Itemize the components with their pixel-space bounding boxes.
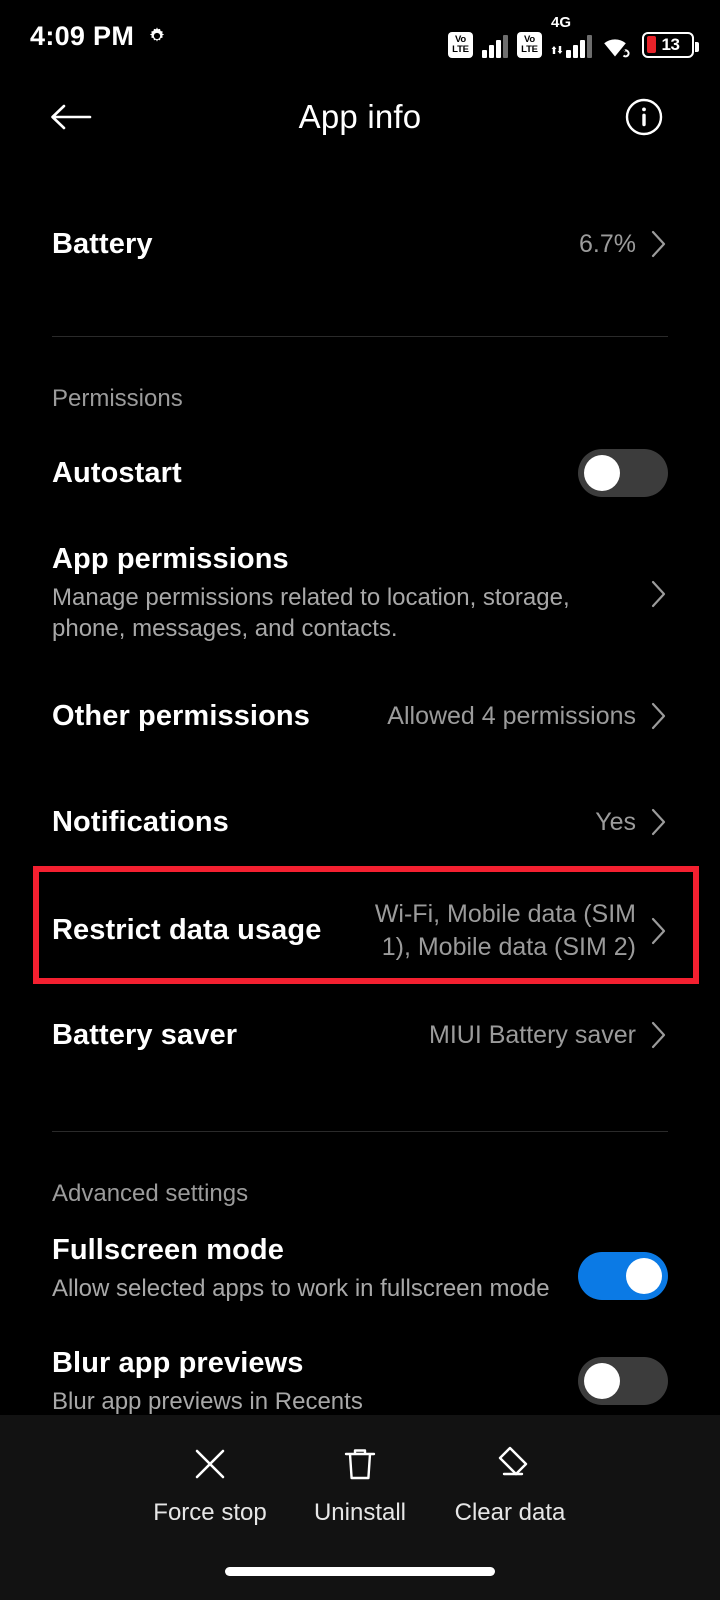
status-bar-left: 4:09 PM xyxy=(30,21,168,52)
network-type-label: 4G xyxy=(551,13,572,31)
row-battery-main: Battery xyxy=(52,228,563,261)
fullscreen-mode-toggle-knob xyxy=(626,1258,662,1295)
divider-1 xyxy=(52,336,668,337)
section-label-advanced: Advanced settings xyxy=(52,1180,249,1208)
chevron-right-icon xyxy=(650,916,668,946)
divider-2 xyxy=(52,1131,668,1133)
row-battery-saver-value: MIUI Battery saver xyxy=(429,1021,636,1050)
row-autostart[interactable]: Autostart xyxy=(0,441,720,505)
row-autostart-title: Autostart xyxy=(52,456,182,489)
signal-bars-sim2 xyxy=(566,32,592,58)
row-battery-title: Battery xyxy=(52,227,153,260)
clear-data-button[interactable]: Clear data xyxy=(435,1443,585,1527)
status-bar-clock: 4:09 PM xyxy=(30,20,135,51)
row-battery-value: 6.7% xyxy=(579,229,636,258)
row-fullscreen-mode-main: Fullscreen mode Allow selected apps to w… xyxy=(52,1234,560,1305)
row-app-permissions[interactable]: App permissions Manage permissions relat… xyxy=(0,543,720,644)
row-other-permissions-value: Allowed 4 permissions xyxy=(387,702,636,731)
row-restrict-data-usage-title: Restrict data usage xyxy=(52,914,322,947)
page-title: App info xyxy=(298,98,422,135)
row-blur-app-previews-main: Blur app previews Blur app previews in R… xyxy=(52,1347,560,1418)
mobile-network-group: 4G xyxy=(551,15,592,58)
eraser-icon xyxy=(498,1446,528,1476)
battery-icon: 13 xyxy=(642,31,699,58)
signal-bars-sim1 xyxy=(482,32,508,58)
row-other-permissions-main: Other permissions xyxy=(52,700,371,733)
uninstall-button[interactable]: Uninstall xyxy=(285,1443,435,1527)
blur-app-previews-toggle[interactable] xyxy=(578,1357,668,1406)
status-bar: 4:09 PM Vo LTE Vo LTE 4G 13 xyxy=(0,0,720,72)
home-indicator[interactable] xyxy=(225,1567,495,1576)
chevron-right-icon xyxy=(650,579,668,609)
settings-list[interactable]: Battery 6.7% Permissions Autostart App p… xyxy=(0,162,720,1415)
row-app-permissions-main: App permissions Manage permissions relat… xyxy=(52,543,636,644)
chevron-right-icon xyxy=(650,229,668,259)
row-battery-saver[interactable]: Battery saver MIUI Battery saver xyxy=(0,1003,720,1067)
force-stop-button[interactable]: Force stop xyxy=(135,1443,285,1527)
row-restrict-data-usage[interactable]: Restrict data usage Wi-Fi, Mobile data (… xyxy=(0,898,720,963)
row-fullscreen-mode-subtitle: Allow selected apps to work in fullscree… xyxy=(52,1275,550,1303)
row-app-permissions-title: App permissions xyxy=(52,543,289,575)
row-battery-saver-title: Battery saver xyxy=(52,1018,238,1051)
volte-bottom-text-2: LTE xyxy=(521,43,538,55)
blur-app-previews-toggle-knob xyxy=(584,1363,620,1400)
chevron-right-icon xyxy=(650,1020,668,1050)
data-transfer-arrows-icon xyxy=(551,45,563,54)
clear-data-label: Clear data xyxy=(454,1499,566,1526)
app-details-button[interactable] xyxy=(620,93,668,141)
status-bar-right: Vo LTE Vo LTE 4G 13 xyxy=(448,15,699,58)
close-x-icon xyxy=(195,1449,225,1479)
battery-percent-label: 13 xyxy=(661,34,680,54)
app-info-screen: 4:09 PM Vo LTE Vo LTE 4G 13 App info Bat… xyxy=(0,0,720,1600)
trash-icon xyxy=(344,1449,376,1480)
row-other-permissions[interactable]: Other permissions Allowed 4 permissions xyxy=(0,684,720,748)
back-arrow-icon xyxy=(51,104,92,130)
volte-icon-sim1: Vo LTE xyxy=(448,31,473,58)
row-notifications-value: Yes xyxy=(595,808,636,837)
fullscreen-mode-toggle[interactable] xyxy=(578,1252,668,1301)
row-autostart-main: Autostart xyxy=(52,457,560,490)
wifi-icon xyxy=(604,38,630,57)
autostart-toggle[interactable] xyxy=(578,449,668,497)
row-blur-app-previews-title: Blur app previews xyxy=(52,1347,304,1380)
uninstall-label: Uninstall xyxy=(313,1499,407,1526)
row-app-permissions-subtitle: Manage permissions related to location, … xyxy=(52,584,570,642)
row-fullscreen-mode-title: Fullscreen mode xyxy=(52,1234,284,1267)
row-notifications-main: Notifications xyxy=(52,806,579,839)
row-battery[interactable]: Battery 6.7% xyxy=(0,212,720,276)
row-battery-saver-main: Battery saver xyxy=(52,1019,413,1052)
chevron-right-icon xyxy=(650,701,668,731)
row-other-permissions-title: Other permissions xyxy=(52,699,310,732)
back-button[interactable] xyxy=(45,91,97,143)
row-restrict-data-usage-main: Restrict data usage xyxy=(52,914,352,947)
row-notifications[interactable]: Notifications Yes xyxy=(0,790,720,854)
volte-bottom-text: LTE xyxy=(452,43,469,55)
force-stop-label: Force stop xyxy=(153,1499,267,1526)
row-fullscreen-mode[interactable]: Fullscreen mode Allow selected apps to w… xyxy=(0,1234,720,1305)
row-blur-app-previews-subtitle: Blur app previews in Recents xyxy=(52,1388,363,1416)
app-bar: App info xyxy=(0,72,720,162)
row-restrict-data-usage-value: Wi-Fi, Mobile data (SIM 1), Mobile data … xyxy=(374,900,636,961)
row-notifications-title: Notifications xyxy=(52,805,229,838)
section-label-permissions: Permissions xyxy=(52,385,183,412)
info-icon xyxy=(625,98,663,136)
chevron-right-icon xyxy=(650,807,668,837)
row-blur-app-previews[interactable]: Blur app previews Blur app previews in R… xyxy=(0,1347,720,1418)
autostart-toggle-knob xyxy=(584,455,620,491)
gear-icon xyxy=(150,27,165,42)
volte-icon-sim2: Vo LTE xyxy=(517,31,542,58)
